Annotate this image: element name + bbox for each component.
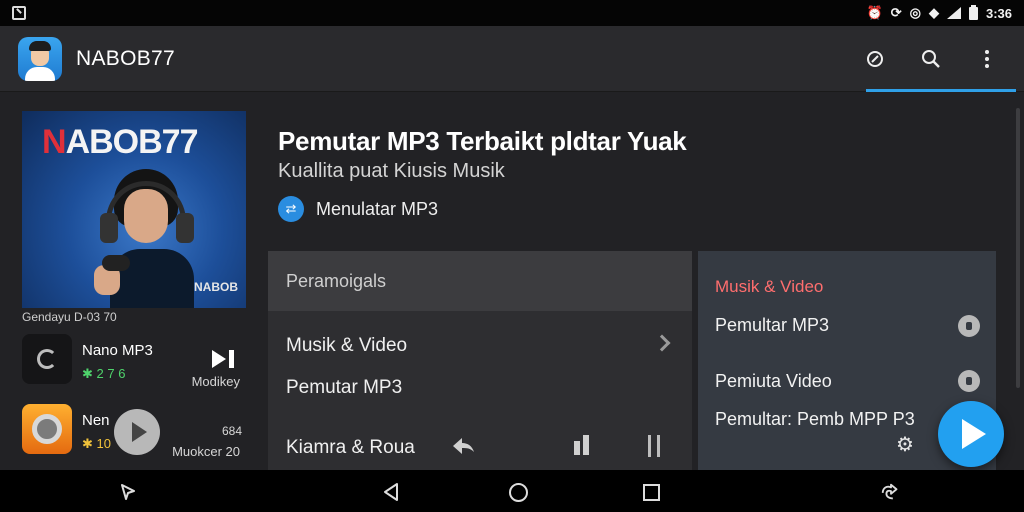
share-icon[interactable] [450,435,476,463]
menu-item-camera[interactable]: Kiamra & Roua [286,437,415,459]
status-bar: ⏰ ⟳ ◎ ◆ 3:36 [0,0,1024,26]
screenshot-icon[interactable] [118,481,140,503]
menu-item-music-video[interactable]: Musik & Video [286,335,407,357]
track-title: Nano MP3 [82,342,153,359]
panel-header: Musik & Video [715,277,824,296]
gesture-icon[interactable] [880,481,902,503]
play-icon [131,422,147,442]
list-item[interactable]: Pemultar MP3 [715,315,829,336]
list-item[interactable]: Pemiuta Video [715,371,832,392]
target-icon: ◎ [909,5,921,20]
panel-header: Peramoigals [268,251,692,311]
category-badge[interactable]: ⇄ Menulatar MP3 [278,196,438,222]
cover-title: NABOB77 [42,123,198,161]
settings-panel: Peramoigals Musik & Video Pemutar MP3 Ki… [268,251,692,470]
cover-brand: NABOB [194,280,238,294]
track-thumbnail [22,334,72,384]
play-button[interactable] [114,409,160,455]
battery-icon [968,4,978,20]
list-item[interactable]: Nano MP3 ✱ 2 7 6 Modikey [22,334,246,390]
search-icon[interactable] [918,46,944,72]
skip-next-icon[interactable] [212,350,234,368]
pause-icon[interactable] [648,435,660,457]
back-icon[interactable] [380,481,402,503]
app-screen: ⏰ ⟳ ◎ ◆ 3:36 NABOB77 NABOB77 NABOB Genda… [0,0,1024,512]
sync-icon: ⟳ [890,5,902,20]
track-side-value: 684 [221,424,242,438]
badge-label: Menulatar MP3 [316,198,439,219]
notification-icon [12,6,26,20]
equalizer-icon[interactable] [574,435,589,455]
page-subtitle: Kuallita puat Kiusis Musik [278,160,505,182]
lock-icon[interactable] [958,315,980,337]
camera-icon [32,414,62,444]
page-title: Pemutar MP3 Terbaikt pldtar Yuak [278,126,687,156]
cover-caption: Gendayu​ D-03 70 [22,310,117,324]
app-bar: NABOB77 [0,26,1024,92]
navigation-bar [0,470,1024,512]
more-vert-icon[interactable] [974,46,1000,72]
app-title: NABOB77 [76,46,175,70]
status-icons: ⏰ ⟳ ◎ ◆ 3:36 [866,4,1012,21]
cover-person-illustration [92,169,202,308]
play-fab-button[interactable] [938,401,1004,467]
track-meta: ✱ 10 [82,436,111,451]
cast-icon[interactable] [862,46,888,72]
album-cover[interactable]: NABOB77 NABOB [22,111,246,308]
play-icon [962,419,986,449]
alarm-icon: ⏰ [866,5,883,20]
wifi-icon: ◆ [928,5,939,20]
chevron-right-icon[interactable] [653,334,671,352]
menu-item-mp3-player[interactable]: Pemutar MP3 [286,377,402,399]
lock-icon[interactable] [958,370,980,392]
track-thumbnail [22,404,72,454]
recents-icon[interactable] [640,481,662,503]
track-title: Nen [82,412,110,429]
list-item[interactable]: Pemultar: Pemb MPP P3 [715,409,915,430]
avatar[interactable] [18,36,62,81]
tab-indicator [866,89,1016,92]
status-time: 3:36 [985,5,1012,21]
shuffle-icon: ⇄ [278,196,304,222]
scrollbar[interactable] [1016,108,1020,388]
track-subtitle: Muokcer 20 [172,444,240,459]
appbar-actions [862,46,1000,72]
home-icon[interactable] [507,481,529,503]
gear-icon[interactable]: ⚙ [896,432,914,457]
track-subtitle: Modikey [191,374,240,389]
track-meta: ✱ 2 7 6 [82,366,126,381]
loop-icon [37,349,57,369]
signal-icon [946,7,961,19]
